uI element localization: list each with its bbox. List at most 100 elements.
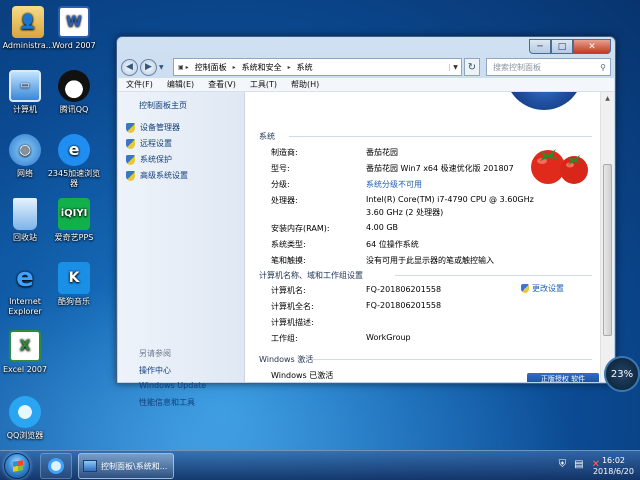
breadcrumb-separator-icon: ▸ xyxy=(232,63,236,71)
content-area: 控制面板主页 设备管理器 远程设置 系统保护 高级系统设置 另请参阅 操作中心 … xyxy=(118,92,614,407)
action-center-link[interactable]: 操作中心 xyxy=(139,365,171,376)
full-computer-name-label: 计算机全名: xyxy=(271,302,314,311)
activation-status: Windows 已激活 xyxy=(271,371,334,380)
processor-value-detail: 3.60 GHz (2 处理器) xyxy=(366,208,444,217)
menu-edit[interactable]: 编辑(E) xyxy=(167,79,194,90)
remote-settings-link[interactable]: 远程设置 xyxy=(126,138,172,149)
desktop-icon-iqiyi[interactable]: iQIYI 爱奇艺PPS xyxy=(46,198,102,243)
rating-label: 分级: xyxy=(271,180,290,189)
forward-button[interactable]: ▶ xyxy=(140,58,157,76)
performance-tools-link[interactable]: 性能信息和工具 xyxy=(139,397,195,408)
taskbar-pinned-browser[interactable] xyxy=(40,453,72,479)
section-divider xyxy=(289,136,592,137)
vertical-scrollbar[interactable]: ▲ ▼ xyxy=(600,92,614,382)
breadcrumb-system[interactable]: 系统 xyxy=(297,62,313,73)
desktop-icon-word[interactable]: W Word 2007 xyxy=(46,6,102,51)
breadcrumb-separator-icon: ▸ xyxy=(287,63,291,71)
menu-bar: 文件(F) 编辑(E) 查看(V) 工具(T) 帮助(H) xyxy=(118,78,614,92)
genuine-software-badge[interactable]: 正版授权 软件 xyxy=(527,373,599,382)
menu-file[interactable]: 文件(F) xyxy=(126,79,153,90)
excel-icon: X xyxy=(9,330,41,362)
see-also-heading: 另请参阅 xyxy=(139,349,171,358)
breadcrumb-control-panel[interactable]: 控制面板 xyxy=(195,62,227,73)
desktop-icon-qq[interactable]: 腾讯QQ xyxy=(46,70,102,115)
qq-browser-icon xyxy=(9,396,41,428)
windows-update-link[interactable]: Windows Update xyxy=(139,381,206,390)
uac-shield-icon xyxy=(126,154,135,165)
menu-view[interactable]: 查看(V) xyxy=(208,79,236,90)
scroll-thumb[interactable] xyxy=(603,164,612,336)
pen-touch-value: 没有可用于此显示器的笔或触控输入 xyxy=(366,256,494,265)
desktop-icon-kugou[interactable]: K 酷狗音乐 xyxy=(46,262,102,307)
workgroup-label: 工作组: xyxy=(271,334,298,343)
processor-label: 处理器: xyxy=(271,196,298,205)
shield-tray-icon[interactable]: ⛨ xyxy=(559,459,567,470)
uac-shield-icon xyxy=(126,138,135,149)
iqiyi-icon: iQIYI xyxy=(58,198,90,230)
word-icon: W xyxy=(58,6,90,38)
processor-value: Intel(R) Core(TM) i7-4790 CPU @ 3.60GHz xyxy=(366,195,534,204)
system-protection-link[interactable]: 系统保护 xyxy=(126,154,172,165)
system-type-value: 64 位操作系统 xyxy=(366,240,419,249)
control-panel-icon: ▣ ▸ xyxy=(178,63,189,71)
windows-logo xyxy=(505,92,583,110)
model-label: 型号: xyxy=(271,164,290,173)
device-manager-link[interactable]: 设备管理器 xyxy=(126,122,180,133)
uac-shield-icon xyxy=(126,170,135,181)
uac-shield-icon xyxy=(126,122,135,133)
scroll-up-icon[interactable]: ▲ xyxy=(601,92,614,105)
desktop-icon-qq-browser[interactable]: QQ浏览器 xyxy=(0,396,53,441)
manufacturer-label: 制造商: xyxy=(271,148,298,157)
full-computer-name-value: FQ-201806201558 xyxy=(366,301,442,310)
menu-tools[interactable]: 工具(T) xyxy=(250,79,277,90)
browser-2345-icon: e xyxy=(58,134,90,166)
user-folder-icon: 👤 xyxy=(12,6,44,38)
main-panel: 系统 制造商: 番茄花园 型号: 番茄花园 Win7 x64 极速优化版 201… xyxy=(245,92,614,382)
desktop-icon-2345-browser[interactable]: e 2345加速浏览器 xyxy=(46,134,102,189)
network-icon: ◍ xyxy=(9,134,41,166)
control-panel-home-link[interactable]: 控制面板主页 xyxy=(139,100,187,111)
maximize-button[interactable]: □ xyxy=(551,39,573,54)
clock-date: 2018/6/20 xyxy=(592,467,634,476)
qq-penguin-icon xyxy=(58,70,90,102)
browser-icon xyxy=(48,458,64,474)
taskbar: 控制面板\系统和... ⛨ ▤ ✕ 16:02 2018/6/20 xyxy=(0,450,640,480)
menu-help[interactable]: 帮助(H) xyxy=(291,79,319,90)
close-button[interactable]: ✕ xyxy=(573,39,611,54)
refresh-button[interactable]: ↻ xyxy=(464,58,480,76)
computer-name-value: FQ-201806201558 xyxy=(366,285,442,294)
taskbar-clock[interactable]: 16:02 2018/6/20 xyxy=(593,455,634,477)
tomato-logo xyxy=(531,149,588,184)
system-type-label: 系统类型: xyxy=(271,240,306,249)
speed-widget[interactable]: 23% xyxy=(604,356,640,392)
computer-description-label: 计算机描述: xyxy=(271,318,314,327)
minimize-button[interactable]: ─ xyxy=(529,39,551,54)
search-input[interactable]: 搜索控制面板 ⚲ xyxy=(486,58,611,76)
computer-section-title: 计算机名称、域和工作组设置 xyxy=(259,271,363,280)
kugou-icon: K xyxy=(58,262,90,294)
ie-icon: e xyxy=(16,263,34,293)
address-dropdown-icon[interactable]: ▼ xyxy=(449,63,461,71)
control-panel-icon xyxy=(83,460,97,472)
start-button[interactable] xyxy=(4,453,30,479)
recent-pages-dropdown[interactable]: ▼ xyxy=(159,64,169,71)
back-button[interactable]: ◀ xyxy=(121,58,138,76)
change-settings-link[interactable]: 更改设置 xyxy=(521,283,564,294)
computer-icon: ▭ xyxy=(9,70,41,102)
window-controls: ─ □ ✕ xyxy=(529,39,611,54)
navigation-bar: ◀ ▶ ▼ ▣ ▸ 控制面板 ▸ 系统和安全 ▸ 系统 ▼ ↻ 搜索控制面板 ⚲ xyxy=(121,57,611,77)
manufacturer-value: 番茄花园 xyxy=(366,148,398,157)
desktop-icon-excel[interactable]: X Excel 2007 xyxy=(0,330,53,375)
address-bar[interactable]: ▣ ▸ 控制面板 ▸ 系统和安全 ▸ 系统 ▼ xyxy=(173,58,462,76)
search-placeholder: 搜索控制面板 xyxy=(493,62,541,72)
advanced-system-settings-link[interactable]: 高级系统设置 xyxy=(126,170,188,181)
uac-shield-icon xyxy=(521,284,529,293)
network-tray-icon[interactable]: ▤ xyxy=(574,459,583,470)
workgroup-value: WorkGroup xyxy=(366,333,411,342)
system-section-title: 系统 xyxy=(259,132,275,141)
breadcrumb-system-security[interactable]: 系统和安全 xyxy=(242,62,282,73)
taskbar-task-control-panel[interactable]: 控制面板\系统和... xyxy=(78,453,174,479)
model-value: 番茄花园 Win7 x64 极速优化版 201807 xyxy=(366,164,514,173)
section-divider xyxy=(395,275,592,276)
rating-value-link[interactable]: 系统分级不可用 xyxy=(366,179,422,190)
